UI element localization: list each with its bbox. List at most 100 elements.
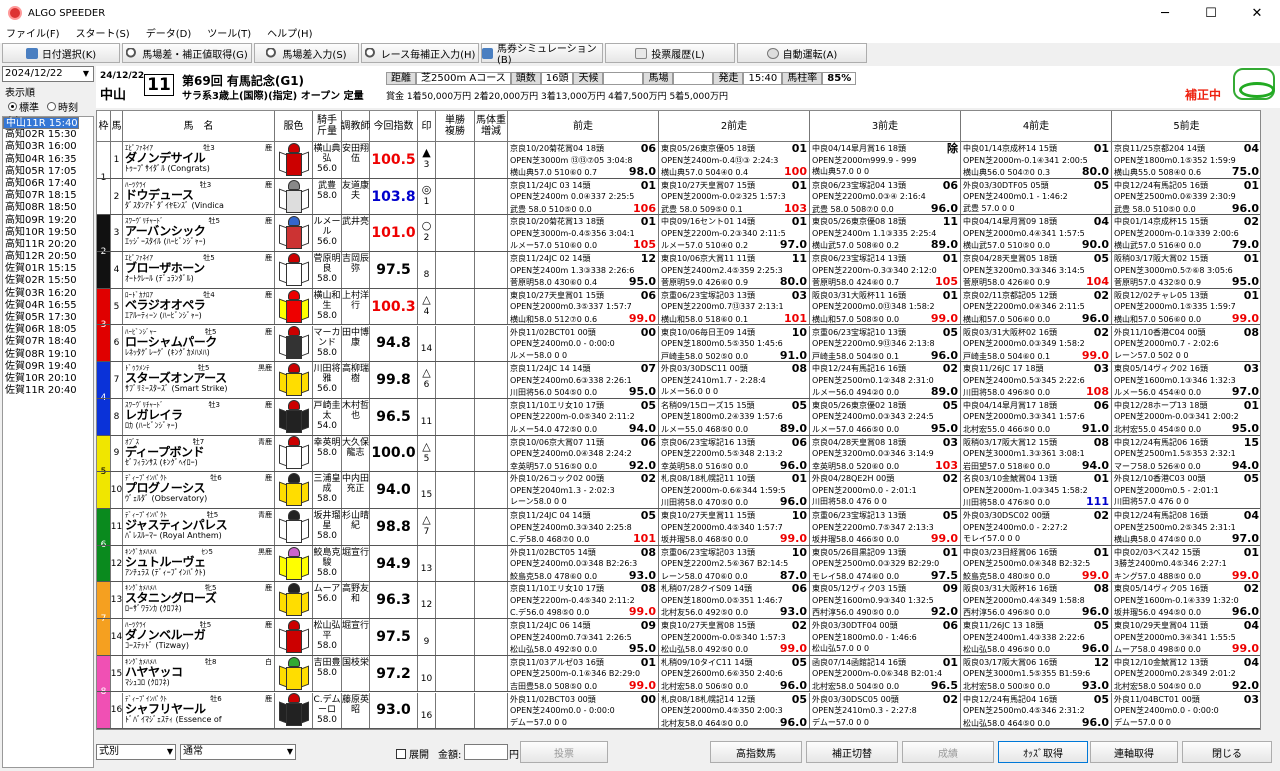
vote-history-button[interactable]: 投票履歴(L) [605,43,735,63]
mark-cell[interactable]: 13 [418,545,436,582]
horse-name[interactable]: ローシャムパーク [125,336,272,348]
previous-race-3[interactable]: 京良06/23宝塚記14 13頭 01 OPEN芝2200m-0.3③340 2:1… [810,252,961,288]
race-list-item[interactable]: 高知07R 18:15 [3,190,93,202]
previous-race-2[interactable]: 外良03/30DSC11 00頭 08 OPEN芝2410m1.7 - 2:28:4… [659,362,810,398]
race-list-item[interactable]: 佐賀03R 16:20 [3,288,93,300]
previous-race-1[interactable]: 外良11/02BCT05 14頭 08 OPEN芝2400m0.0③348 B2:2… [508,545,659,582]
horse-name[interactable]: スタニングローズ [125,592,272,604]
previous-race-3[interactable]: 東良05/26東京優02 18頭 05 OPEN芝2400m0.0③343 2:24… [810,398,961,435]
column-header-prev1[interactable]: 前走 [508,111,659,142]
menu-data[interactable]: データ(D) [146,26,192,43]
horse-cell[interactable]: ﾃﾞｨｰﾌﾟｲﾝﾊﾟｸﾄ 牡5 青鹿 ジャスティンパレス ﾊﾟﾚｽﾙｰﾏｰ (Royal… [123,509,275,545]
horse-name[interactable]: ブローザホーン [125,262,272,274]
horse-name[interactable]: ダノンデサイル [125,152,272,164]
race-list-item[interactable]: 佐賀11R 20:40 [3,385,93,397]
horse-name[interactable]: ディープボンド [125,446,272,458]
race-list-item[interactable]: 高知02R 15:30 [3,129,93,141]
previous-race-3[interactable]: 東良05/26目黒記09 13頭 01 OPEN芝2500m0.0③329 B2:2… [810,545,961,582]
horse-cell[interactable]: ﾊｰﾂｸﾗｲ 牡3 鹿ドウデュース ﾀﾞｽﾀﾝｱﾄﾞﾀﾞｲﾔﾓﾝｽﾞ (Vindica [123,178,275,215]
radio-time[interactable]: 時刻 [47,99,78,114]
simulation-button[interactable]: 馬券シミュレーション(B) [481,43,603,66]
previous-race-4[interactable]: 京良04/28天皇賞05 18頭 05 OPEN芝3200m0.3③346 3:14… [961,252,1112,288]
previous-race-1[interactable]: 京良11/03アルゼ03 16頭 01 OPEN芝2500m-0.1⑥346 B2:… [508,655,659,692]
previous-race-2[interactable]: 京重06/23宝塚記03 13頭 10 OPEN芝2200m2.5⑥367 B2:1… [659,545,810,582]
previous-race-5[interactable]: 外良11/10香港C04 00頭 08 OPEN芝2000m0.7 - 2:02:6… [1112,326,1260,362]
horse-row[interactable]: 13 ｷﾝｸﾞｶﾒﾊﾒﾊ 牝5 鹿スタニングローズ ﾛｰｻﾞﾜﾗﾝｶ (ｸﾛﾌﾈ) ムーア… [97,582,1260,620]
chevron-down-icon[interactable]: ▼ [80,68,92,80]
previous-race-5[interactable]: 中良12/24有馬記06 16頭 15 OPEN芝2500m1.5⑤353 2:32… [1112,436,1260,472]
race-list-item[interactable]: 高知12R 20:50 [3,251,93,263]
race-list-item[interactable]: 佐賀08R 19:10 [3,349,93,361]
column-header-trainer[interactable]: 調教師 [341,111,371,142]
horse-name[interactable]: アーバンシック [125,225,272,237]
previous-race-5[interactable]: 中良01/14京成杯15 15頭 02 OPEN芝2000m-0.1③339 2:0… [1112,215,1260,251]
odds-fetch-button[interactable]: ｵｯｽﾞ取得 [998,741,1088,763]
menu-tool[interactable]: ツール(T) [207,26,251,43]
date-select-button[interactable]: 日付選択(K) [2,43,120,63]
column-header-prev4[interactable]: 4前走 [961,111,1112,142]
previous-race-4[interactable]: 中良04/14皐月賞17 18頭 06 OPEN芝2000m0.3③341 1:57… [961,398,1112,435]
horse-row[interactable]: 3 ｽﾜｰｳﾞﾘﾁｬｰﾄﾞ 牡5 鹿アーバンシック ｴｯｼﾞｰｽﾀｲﾙ (ﾊｰﾋﾞﾝｼﾞ… [97,215,1260,253]
horse-name[interactable]: ベラジオオペラ [125,299,272,311]
horse-cell[interactable]: ｷﾝｸﾞｶﾒﾊﾒﾊ 牡8 白ハヤヤッコ ﾏｼｭｺﾛ (ｸﾛﾌﾈ) [123,655,275,692]
race-list[interactable]: 中山11R 15:40高知01R 14:55高知02R 15:30高知03R 1… [2,116,94,768]
race-list-item[interactable]: 高知10R 19:50 [3,227,93,239]
previous-race-5[interactable]: 中良12/10金鯱賞12 13頭 04 OPEN芝2000m0.2⑤349 2:01… [1112,656,1260,692]
previous-race-5[interactable]: 阪稍03/17阪大賞02 15頭 01 OPEN芝3000m0.5⑦⑥8 3:05:… [1112,252,1260,288]
horse-cell[interactable]: ﾃﾞｨｰﾌﾟｲﾝﾊﾟｸﾄ 牡6 鹿シャフリヤール ﾄﾞﾊﾞｲﾏｼﾞｪｽﾃｨ (Esse… [123,692,275,729]
horse-row[interactable]: 8 ｽﾜｰｳﾞﾘﾁｬｰﾄﾞ 牡3 鹿レガレイラ ﾛｶ (ﾊｰﾋﾞﾝｼﾞｬｰ) 戸崎圭太 5… [97,398,1260,436]
renpuku-fetch-button[interactable]: 連軸取得 [1090,741,1178,763]
previous-race-1[interactable]: 京良10/20菊花賞04 18頭 06 OPEN芝3000m ⑬⑬⑦05 3:04:… [508,142,659,178]
previous-race-4[interactable]: 外良03/30DSC02 00頭 02 OPEN芝2400m0.0 - 2:27:2… [961,509,1112,545]
column-header-silk[interactable]: 服色 [275,111,313,142]
horse-row[interactable]: 2 ﾊｰﾂｸﾗｲ 牡3 鹿ドウデュース ﾀﾞｽﾀﾝｱﾄﾞﾀﾞｲﾔﾓﾝｽﾞ (Vindic… [97,178,1260,216]
close-button[interactable]: 閉じる [1182,741,1272,763]
previous-race-1[interactable]: 京良11/24JC 14 14頭 07 OPEN芝2400m0.6③338 2:26… [508,362,659,398]
previous-race-3[interactable]: 京重06/23宝塚記10 13頭 05 OPEN芝2200m0.9⑬346 2:13… [810,325,961,362]
horse-row[interactable]: 16 ﾃﾞｨｰﾌﾟｲﾝﾊﾟｸﾄ 牡6 鹿シャフリヤール ﾄﾞﾊﾞｲﾏｼﾞｪｽﾃｨ (Es… [97,692,1260,729]
previous-race-1[interactable]: 東良10/27天皇賞01 15頭 06 OPEN芝2000m0.3⑤337 1:57… [508,288,659,325]
previous-race-3[interactable]: 東良05/12ヴィク03 15頭 09 OPEN芝1600m0.9③340 1:32… [810,582,961,619]
race-list-item[interactable]: 佐賀07R 18:40 [3,336,93,348]
mark-cell[interactable]: 8 [418,252,436,288]
race-list-item[interactable]: 佐賀05R 17:30 [3,312,93,324]
maximize-button[interactable]: ☐ [1188,0,1234,26]
race-list-item[interactable]: 高知06R 17:40 [3,178,93,190]
horse-cell[interactable]: ｽﾜｰｳﾞﾘﾁｬｰﾄﾞ 牡5 鹿アーバンシック ｴｯｼﾞｰｽﾀｲﾙ (ﾊｰﾋﾞﾝｼﾞｬ… [123,215,275,252]
column-header-num[interactable]: 馬 [111,111,123,142]
results-button[interactable]: 成績 [902,741,994,763]
previous-race-2[interactable]: 東良10/06京大賞11 11頭 11 OPEN芝2400m2.4⑤359 2:25… [659,252,810,288]
radio-standard[interactable]: 標準 [8,99,39,114]
race-list-item[interactable]: 佐賀06R 18:05 [3,324,93,336]
horse-name[interactable]: ジャスティンパレス [125,519,272,531]
previous-race-4[interactable]: 京良02/11京都記05 12頭 02 OPEN芝2200m0.0④346 2:11… [961,288,1112,325]
column-header-jockey[interactable]: 騎手 斤量 [313,111,342,142]
horse-row[interactable]: 1 ｴﾋﾟﾌｧﾈｲｱ 牡3 鹿ダノンデサイル ﾄｩｰﾌﾟｻｲﾀﾞﾙ (Congrats)… [97,142,1260,179]
previous-race-3[interactable]: 外良03/30DSC05 00頭 02 OPEN芝2410m0.3 - 2:27:8… [810,692,961,729]
previous-race-1[interactable]: 京良11/24JC 03 14頭 01 OPEN芝2400m 0.0④337 2:2… [508,178,659,215]
previous-race-3[interactable]: 外良03/30DTF04 00頭 06 OPEN芝1800m0.0 - 1:46:6… [810,619,961,655]
previous-race-2[interactable]: 東良10/27天皇賞11 15頭 10 OPEN芝2000m0.4⑤340 1:57… [659,509,810,545]
previous-race-2[interactable]: 名稍09/15ローズ15 15頭 05 OPEN芝1800m0.2④339 1:57… [659,398,810,435]
mark-cell[interactable]: ◎ 1 [418,178,436,215]
previous-race-3[interactable]: 函良07/14函館記14 16頭 01 OPEN芝2000m-0.0⑥348 B2:… [810,655,961,692]
horse-cell[interactable]: ﾊｰﾂｸﾗｲ 牡5 鹿ダノンベルーガ ｺｰｽﾃｯﾄﾞ (Tizway) [123,619,275,655]
previous-race-4[interactable]: 阪良03/31大阪杯16 16頭 08 OPEN芝2000m0.4④349 1:58… [961,582,1112,619]
horse-name[interactable]: シャフリヤール [125,703,272,715]
horse-name[interactable]: プログノーシス [125,482,272,494]
previous-race-3[interactable]: 阪良03/31大阪杯11 16頭 01 OPEN芝2000m0.0⑬348 1:58… [810,288,961,325]
vote-button[interactable]: 投票 [520,741,608,763]
horse-cell[interactable]: ｷﾝｸﾞｶﾒﾊﾒﾊ ｾﾝ5 黒鹿 シュトルーヴェ ｱﾝﾁｭﾗｽ (ﾃﾞｨｰﾌﾟｲﾝﾊﾟｸ… [123,545,275,582]
previous-race-3[interactable]: 外良04/28QE2H 00頭 02 OPEN芝2000m0.0 - 2:01:1 川… [810,472,961,508]
column-header-mark[interactable]: 印 [418,111,436,142]
mark-cell[interactable]: 15 [418,472,436,508]
previous-race-3[interactable]: 中良04/14皐月賞16 18頭 除 OPEN芝2000m999.9 - 999 横山… [810,142,961,178]
column-header-horse-name[interactable]: 馬 名 [123,111,275,142]
race-list-item[interactable]: 高知05R 17:05 [3,166,93,178]
column-header-win-place[interactable]: 単勝 複勝 [436,111,475,142]
race-list-item[interactable]: 高知09R 19:20 [3,215,93,227]
horse-cell[interactable]: ｽﾜｰｳﾞﾘﾁｬｰﾄﾞ 牡3 鹿レガレイラ ﾛｶ (ﾊｰﾋﾞﾝｼﾞｬｰ) [123,398,275,435]
horse-row[interactable]: 4 ｴﾋﾟﾌｧﾈｲｱ 牡5 鹿ブローザホーン ｵｰﾄｸﾚｰﾙ (ﾃﾞｭﾗﾝﾀﾞﾙ) 菅原明… [97,252,1260,289]
horse-cell[interactable]: ﾛｰﾄﾞｶﾅﾛｱ 牡4 鹿ベラジオオペラ ｴｱﾙｰﾃｨｰﾝ (ﾊｰﾋﾞﾝｼﾞｬｰ) [123,288,275,325]
horse-row[interactable]: 10 ﾃﾞｨｰﾌﾟｲﾝﾊﾟｸﾄ 牡6 鹿プログノーシス ｳﾞｪﾙﾀﾞ (Observat… [97,472,1260,509]
